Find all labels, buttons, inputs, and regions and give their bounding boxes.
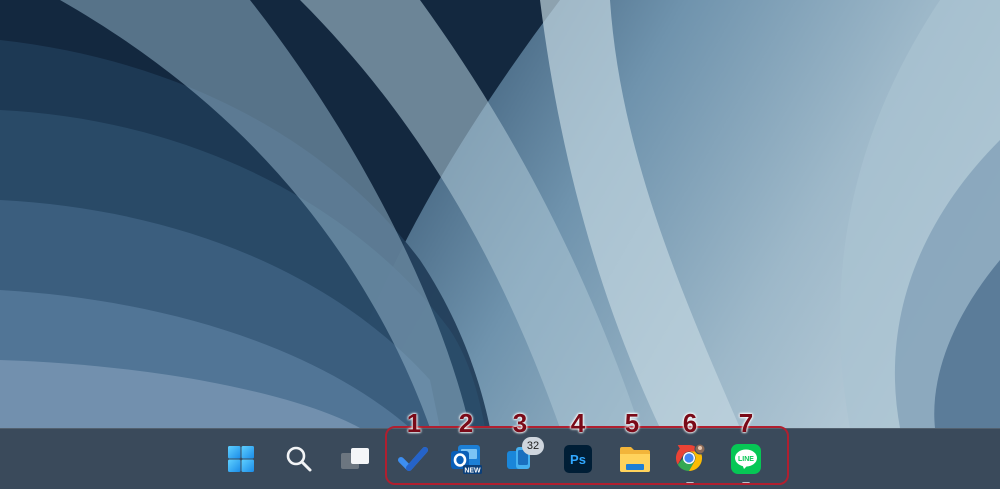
photoshop-label: Ps — [570, 452, 586, 467]
task-view-button[interactable] — [337, 441, 373, 477]
annotation-number: 3 — [512, 408, 528, 438]
annotation-number: 1 — [406, 408, 422, 438]
chrome-icon — [675, 443, 706, 472]
app-photoshop[interactable]: Ps — [560, 441, 596, 477]
running-indicator — [686, 482, 694, 485]
outlook-new-label: NEW — [464, 468, 481, 475]
annotation-number: 2 — [458, 408, 474, 438]
task-view-icon — [341, 448, 369, 469]
annotation-number: 5 — [624, 408, 640, 438]
line-label: LINE — [738, 456, 754, 463]
search-button[interactable] — [281, 441, 317, 477]
taskbar: NEW 32 Ps LINE — [0, 428, 1000, 489]
windows-logo-icon — [228, 446, 254, 472]
app-line[interactable]: LINE — [728, 441, 764, 485]
line-app-icon: LINE — [731, 444, 761, 474]
annotation-number: 7 — [738, 408, 754, 438]
search-icon — [286, 446, 312, 472]
app-chrome[interactable] — [672, 441, 708, 485]
start-button[interactable] — [223, 441, 259, 477]
file-explorer-icon — [620, 447, 650, 472]
desktop-wallpaper — [0, 0, 1000, 428]
app-phone-link[interactable]: 32 — [502, 437, 544, 477]
outlook-new-icon: NEW — [451, 445, 482, 475]
app-todo[interactable] — [395, 441, 431, 477]
annotation-number: 6 — [682, 408, 698, 438]
annotation-number: 4 — [570, 408, 586, 438]
running-indicator — [742, 482, 750, 485]
photoshop-icon: Ps — [564, 445, 592, 473]
todo-checkmark-icon — [398, 447, 428, 471]
notification-badge: 32 — [522, 437, 544, 455]
app-file-explorer[interactable] — [617, 441, 653, 477]
app-outlook[interactable]: NEW — [448, 441, 484, 477]
